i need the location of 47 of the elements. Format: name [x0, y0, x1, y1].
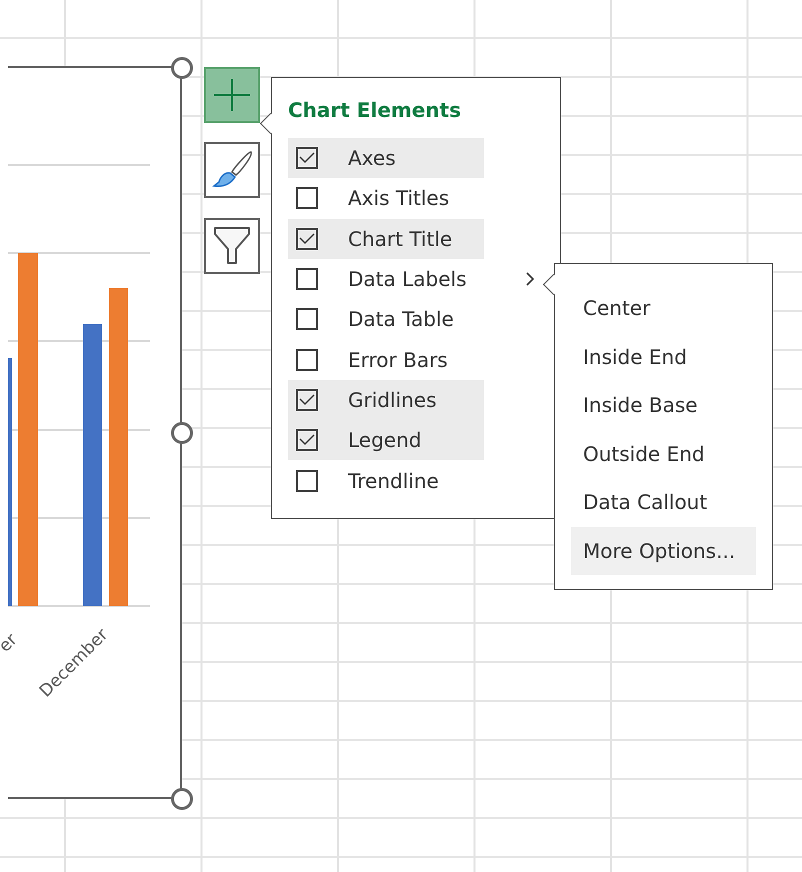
checkbox[interactable] — [296, 268, 318, 290]
checkmark-icon — [298, 151, 316, 166]
checkbox[interactable] — [296, 388, 318, 411]
item-label: Data Labels — [348, 267, 466, 292]
checkbox[interactable] — [296, 348, 318, 371]
submenu-item[interactable]: Data Callout — [571, 478, 756, 526]
item-label: Chart Title — [348, 226, 452, 251]
item-label: Axes — [348, 146, 396, 170]
resize-handle[interactable] — [171, 422, 193, 444]
checkbox[interactable] — [296, 147, 318, 170]
checkbox[interactable] — [296, 187, 318, 210]
checkbox[interactable] — [296, 228, 318, 250]
chart-styles-button[interactable] — [204, 142, 260, 198]
resize-handle[interactable] — [171, 57, 193, 79]
chart-filters-button[interactable] — [204, 218, 260, 274]
menu-item[interactable]: Gridlines — [288, 380, 484, 420]
menu-item[interactable]: Data Labels — [288, 258, 484, 300]
item-label: Error Bars — [348, 348, 448, 372]
submenu-item[interactable]: Inside Base — [571, 381, 756, 430]
item-label: Data Table — [348, 307, 454, 332]
menu-item[interactable]: Axis Titles — [288, 178, 484, 219]
submenu-item[interactable]: Inside End — [571, 332, 756, 381]
menu-item[interactable]: Trendline — [288, 460, 484, 501]
item-label: Axis Titles — [348, 186, 450, 210]
menu-item[interactable]: Data Table — [288, 299, 484, 340]
menu-item[interactable]: Error Bars — [288, 339, 484, 380]
item-label: Legend — [348, 428, 422, 452]
submenu-item[interactable]: More Options... — [571, 526, 756, 575]
menu-item[interactable]: Legend — [288, 420, 484, 460]
menu-item[interactable]: Axes — [288, 138, 484, 178]
checkmark-icon — [298, 433, 316, 448]
submenu-item[interactable]: Outside End — [571, 430, 756, 478]
axis-label: er — [0, 630, 22, 656]
chart-elements-button[interactable] — [204, 67, 260, 123]
menu-item[interactable]: Chart Title — [288, 218, 484, 259]
chevron-icon[interactable] — [525, 270, 535, 287]
submenu-item[interactable]: Center — [571, 284, 756, 332]
item-label: Gridlines — [348, 388, 436, 412]
checkmark-icon — [298, 232, 316, 246]
resize-handle[interactable] — [171, 788, 193, 810]
checkmark-icon — [298, 392, 316, 407]
panel-title: Chart Elements — [288, 98, 462, 124]
checkbox[interactable] — [296, 470, 318, 492]
checkbox[interactable] — [296, 429, 318, 452]
item-label: Trendline — [348, 468, 439, 493]
checkbox[interactable] — [296, 308, 318, 330]
funnel-icon — [212, 225, 252, 267]
